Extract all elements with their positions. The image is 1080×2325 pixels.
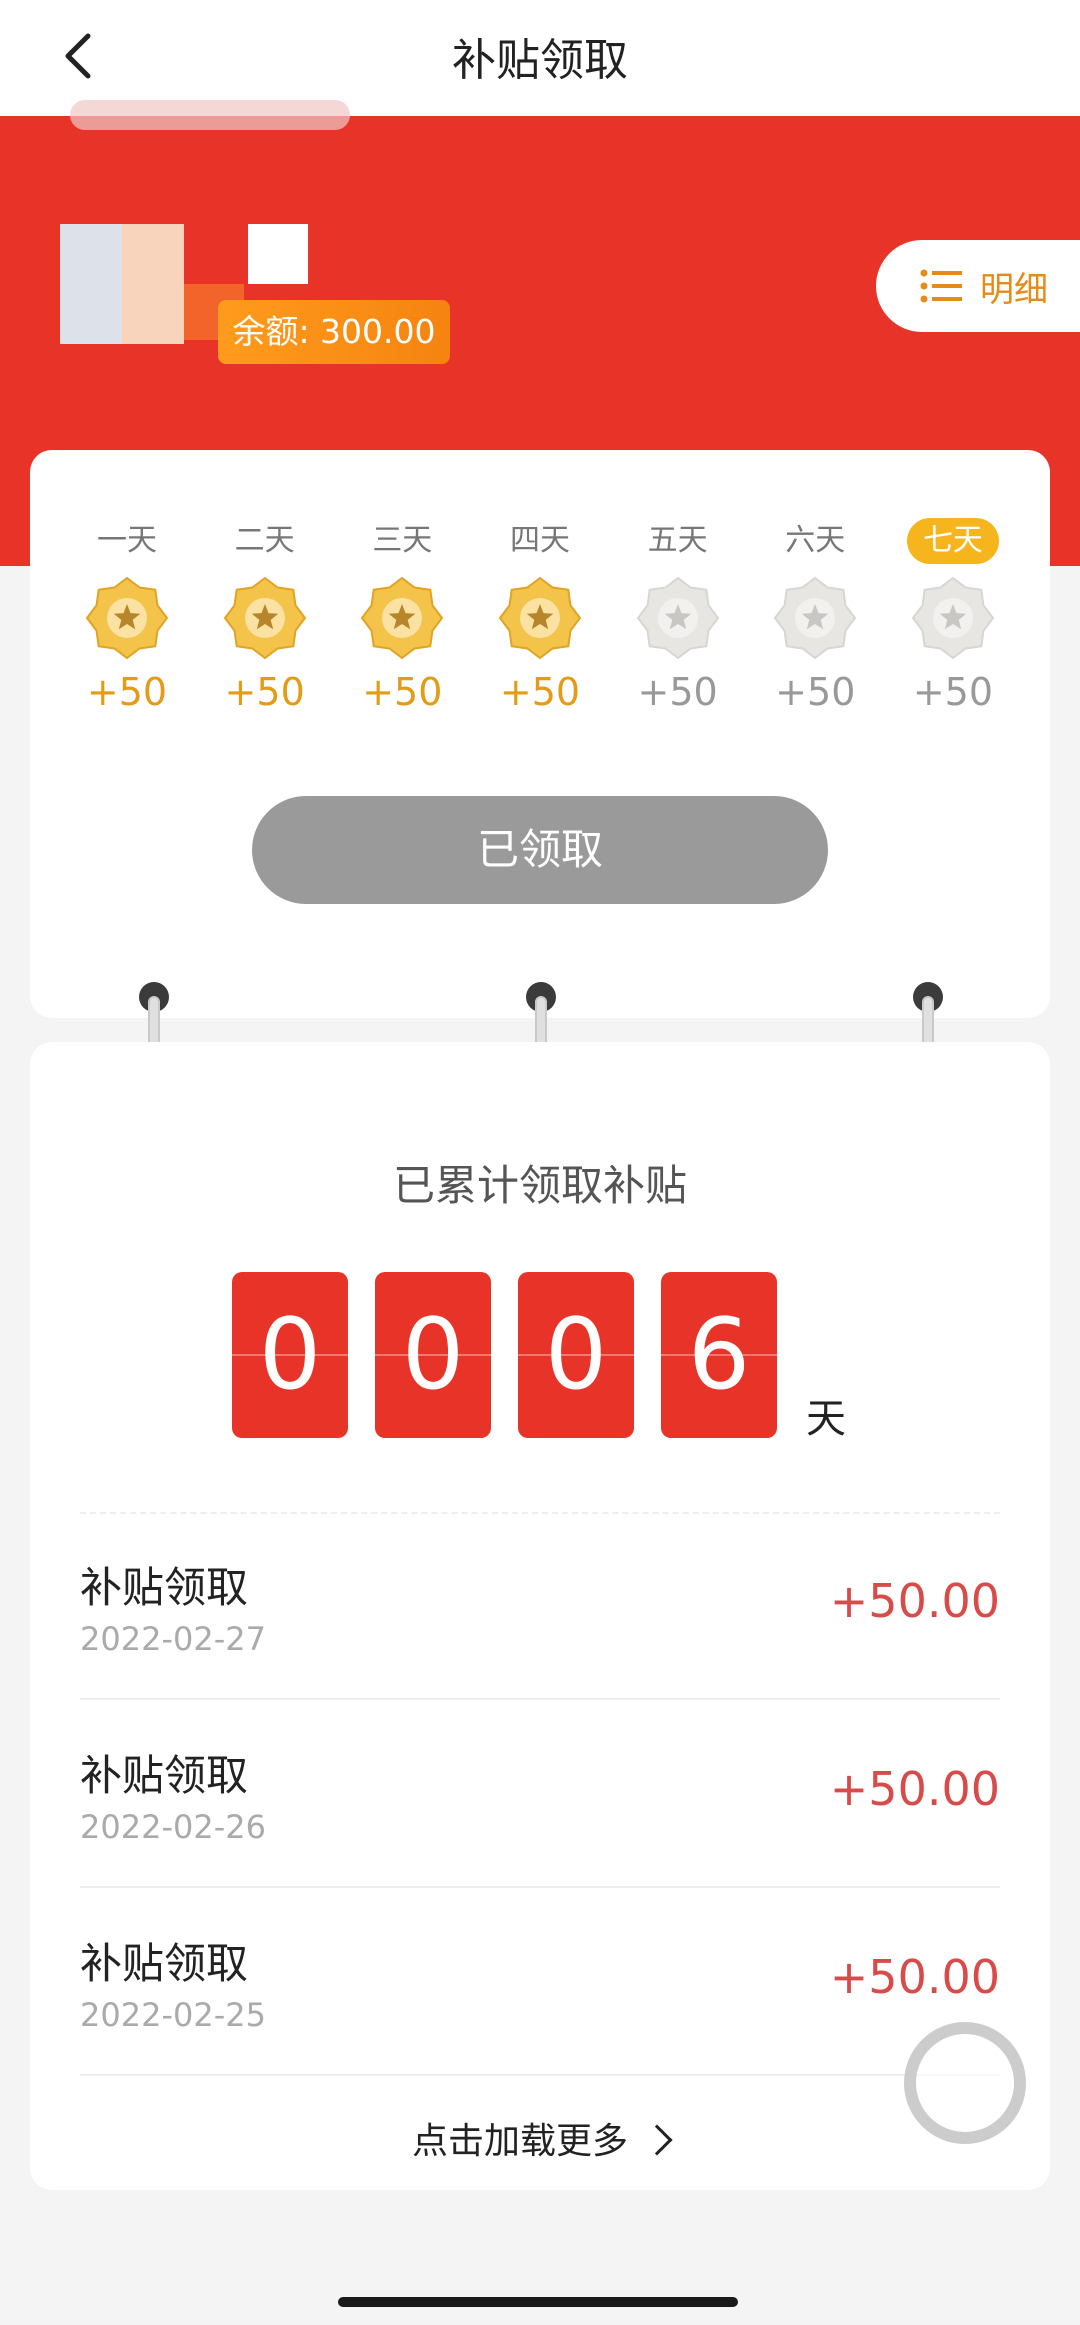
cumulative-title: 已累计领取补贴 bbox=[392, 1161, 687, 1210]
signin-day: 一天 +50 bbox=[62, 518, 192, 714]
day-points: +50 bbox=[224, 670, 305, 714]
record-title: 补贴领取 bbox=[80, 1751, 249, 1800]
day-label: 五天 bbox=[647, 523, 708, 558]
page-title: 补贴领取 bbox=[452, 35, 628, 86]
day-points: +50 bbox=[912, 670, 994, 714]
balance-badge: 余额: 300.00 bbox=[218, 300, 450, 364]
home-indicator[interactable] bbox=[338, 2297, 738, 2307]
claimed-button[interactable]: 已领取 bbox=[252, 796, 828, 904]
counter-digit: 0 bbox=[232, 1272, 348, 1438]
day-label: 四天 bbox=[509, 523, 570, 558]
star-badge-icon bbox=[774, 576, 857, 660]
record-title: 补贴领取 bbox=[80, 1563, 249, 1612]
signin-day: 六天 +50 bbox=[750, 518, 880, 714]
detail-button[interactable]: 明细 bbox=[876, 240, 1080, 332]
navigation-bar: 补贴领取 bbox=[0, 0, 1080, 116]
load-more-label: 点击加载更多 bbox=[411, 2121, 628, 2162]
record-amount: +50.00 bbox=[829, 1950, 1000, 2004]
detail-label: 明细 bbox=[980, 269, 1048, 310]
signin-day: 四天 +50 bbox=[475, 518, 605, 714]
list-icon bbox=[920, 269, 962, 303]
star-badge-icon bbox=[85, 576, 169, 660]
day-label: 二天 bbox=[234, 523, 295, 558]
signin-day: 五天 +50 bbox=[613, 518, 743, 714]
counter-digit: 0 bbox=[518, 1272, 634, 1438]
day-label: 一天 bbox=[97, 523, 157, 558]
record-item: 补贴领取 2022-02-25 +50.00 bbox=[80, 1888, 1000, 2076]
counter-digit: 0 bbox=[375, 1272, 491, 1438]
record-item: 补贴领取 2022-02-26 +50.00 bbox=[80, 1700, 1000, 1888]
record-date: 2022-02-26 bbox=[80, 1808, 266, 1846]
record-date: 2022-02-25 bbox=[80, 1996, 266, 2034]
signin-card: 一天 +50 二天 +50 三天 +50 四天 +50 五天 +50 六天 +50 七天 +50 已领取 bbox=[30, 450, 1050, 1018]
star-badge-icon bbox=[911, 576, 995, 660]
record-amount: +50.00 bbox=[829, 1574, 1000, 1628]
signin-days: 一天 +50 二天 +50 三天 +50 四天 +50 五天 +50 六天 +50 七天 +50 bbox=[62, 518, 1018, 714]
day-counter: 0 0 0 6 bbox=[232, 1272, 804, 1438]
star-badge-icon bbox=[223, 576, 306, 660]
star-badge-icon bbox=[498, 576, 582, 660]
day-label: 七天 bbox=[906, 518, 999, 564]
record-item: 补贴领取 2022-02-27 +50.00 bbox=[80, 1512, 1000, 1700]
floating-button[interactable] bbox=[904, 2022, 1026, 2144]
day-label: 六天 bbox=[785, 523, 846, 558]
signin-day: 七天 +50 bbox=[888, 518, 1018, 714]
day-label: 三天 bbox=[372, 523, 433, 558]
signin-day: 三天 +50 bbox=[337, 518, 467, 714]
record-amount: +50.00 bbox=[829, 1762, 1000, 1816]
day-points: +50 bbox=[86, 670, 168, 714]
counter-digit: 6 bbox=[661, 1272, 777, 1438]
chevron-right-icon bbox=[641, 2124, 673, 2156]
day-points: +50 bbox=[637, 670, 718, 714]
record-date: 2022-02-27 bbox=[80, 1620, 266, 1658]
star-badge-icon bbox=[361, 576, 444, 660]
load-more-button[interactable]: 点击加载更多 bbox=[30, 2112, 1050, 2164]
record-title: 补贴领取 bbox=[80, 1939, 249, 1988]
cumulative-card: 已累计领取补贴 0 0 0 6 天 补贴领取 2022-02-27 +50.00… bbox=[30, 1042, 1050, 2190]
counter-unit: 天 bbox=[806, 1396, 846, 1442]
star-badge-icon bbox=[636, 576, 719, 660]
day-points: +50 bbox=[499, 670, 581, 714]
day-points: +50 bbox=[362, 670, 443, 714]
day-points: +50 bbox=[775, 670, 856, 714]
signin-day: 二天 +50 bbox=[200, 518, 330, 714]
